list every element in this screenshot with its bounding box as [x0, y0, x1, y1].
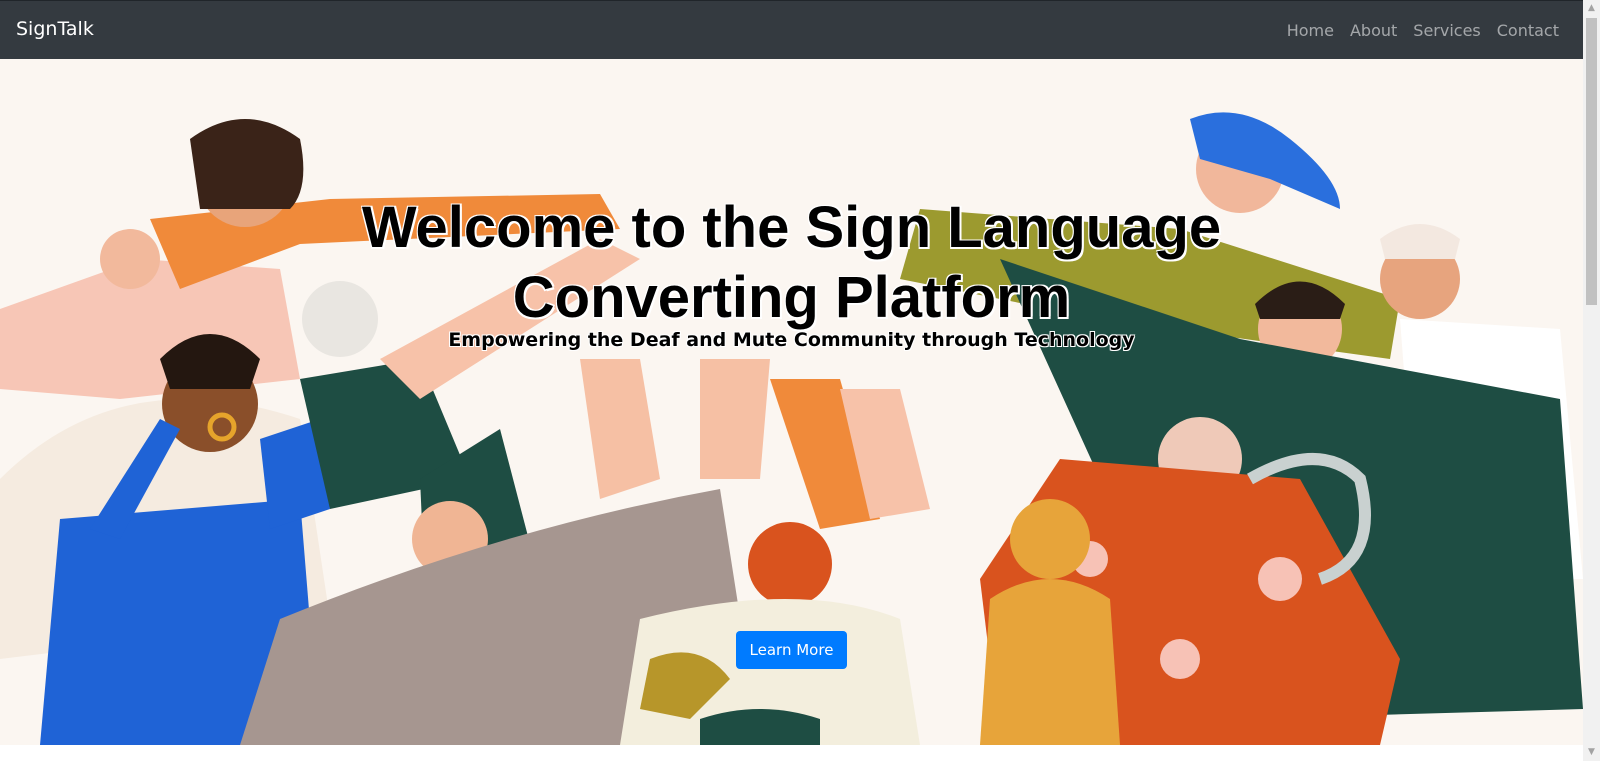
scrollbar-thumb[interactable] [1586, 18, 1597, 305]
page-bottom-strip [0, 745, 1583, 761]
vertical-scrollbar[interactable]: ▲ ▼ [1583, 0, 1600, 761]
scroll-up-arrow-icon[interactable]: ▲ [1583, 0, 1600, 17]
hero-section: Welcome to the Sign Language Converting … [0, 59, 1583, 745]
navbar: SignTalk Home About Services Contact [0, 0, 1583, 59]
nav-home-link[interactable]: Home [1287, 21, 1334, 40]
nav-links: Home About Services Contact [1287, 21, 1559, 40]
scroll-down-arrow-icon[interactable]: ▼ [1583, 744, 1600, 761]
nav-contact-link[interactable]: Contact [1497, 21, 1559, 40]
hero-title-line-1: Welcome to the Sign Language [361, 195, 1222, 260]
hero-title-line-2: Converting Platform [512, 265, 1071, 330]
hero-subtitle: Empowering the Deaf and Mute Community t… [448, 329, 1135, 351]
nav-about-link[interactable]: About [1350, 21, 1397, 40]
learn-more-button[interactable]: Learn More [736, 631, 847, 669]
hero-title: Welcome to the Sign Language Converting … [0, 193, 1583, 333]
nav-services-link[interactable]: Services [1413, 21, 1480, 40]
brand-logo[interactable]: SignTalk [16, 18, 94, 40]
